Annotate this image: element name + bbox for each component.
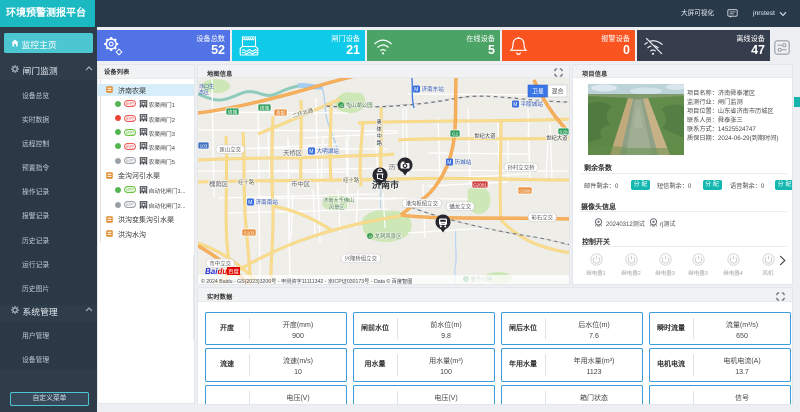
svg-text:态区: 态区 [199,89,209,96]
svg-text:M: M [414,87,418,93]
svg-text:103: 103 [200,143,208,148]
svg-text:青银: 青银 [276,109,286,116]
svg-text:槐荫区: 槐荫区 [209,179,229,188]
svg-text:孙村立交桥: 孙村立交桥 [508,163,536,171]
svg-text:绕城: 绕城 [260,104,270,111]
svg-text:华山湖公园: 华山湖公园 [346,101,373,109]
svg-text:G2001: G2001 [473,182,487,187]
svg-text:天桥区: 天桥区 [283,148,303,157]
svg-text:M: M [513,102,517,108]
svg-text:世纪大道: 世纪大道 [546,134,568,142]
svg-text:风景区: 风景区 [329,204,345,211]
svg-text:历城站: 历城站 [455,158,472,166]
svg-text:百度: 百度 [228,267,240,275]
svg-text:兴隆桥组立交: 兴隆桥组立交 [345,254,378,262]
svg-text:经十路: 经十路 [238,178,255,186]
svg-text:© 2024 Baidu - GS(2023)3206号 -: © 2024 Baidu - GS(2023)3206号 - 甲测资字11111… [201,277,412,285]
svg-text:路: 路 [377,139,383,147]
svg-text:G: G [340,103,343,108]
svg-text:世纪大道: 世纪大道 [474,132,496,140]
svg-text:中: 中 [377,132,382,140]
svg-text:S103: S103 [244,230,255,235]
svg-text:M: M [447,160,451,166]
svg-text:Baidu: Baidu [205,267,227,276]
svg-text:G2: G2 [452,131,459,136]
svg-text:大明湖站: 大明湖站 [317,147,340,155]
svg-text:体: 体 [377,125,383,133]
svg-text:卫星: 卫星 [532,89,544,96]
svg-text:匡山立交: 匡山立交 [219,145,241,153]
svg-text:M: M [248,200,252,206]
svg-text:济南大千佛山: 济南大千佛山 [323,196,354,204]
svg-text:奥: 奥 [377,118,383,126]
svg-text:蟠龙立交: 蟠龙立交 [449,202,471,210]
svg-text:市中区: 市中区 [291,179,311,188]
svg-text:M: M [309,149,313,155]
svg-text:彩石立交: 彩石立交 [531,213,553,221]
svg-text:济南东站: 济南东站 [422,85,445,93]
svg-text:G: G [369,234,372,239]
svg-text:龙洞风景区: 龙洞风景区 [375,232,403,240]
svg-text:G309: G309 [519,188,531,193]
svg-text:S29: S29 [559,129,568,134]
svg-text:经十路: 经十路 [343,176,360,184]
svg-text:绕城: 绕城 [228,108,238,115]
svg-text:混合: 混合 [551,88,563,96]
svg-text:济南南站: 济南南站 [256,198,279,206]
svg-text:港沟枢纽立交: 港沟枢纽立交 [406,199,439,207]
svg-text:泺口生: 泺口生 [199,83,214,90]
svg-text:平陵城站: 平陵城站 [521,100,544,108]
